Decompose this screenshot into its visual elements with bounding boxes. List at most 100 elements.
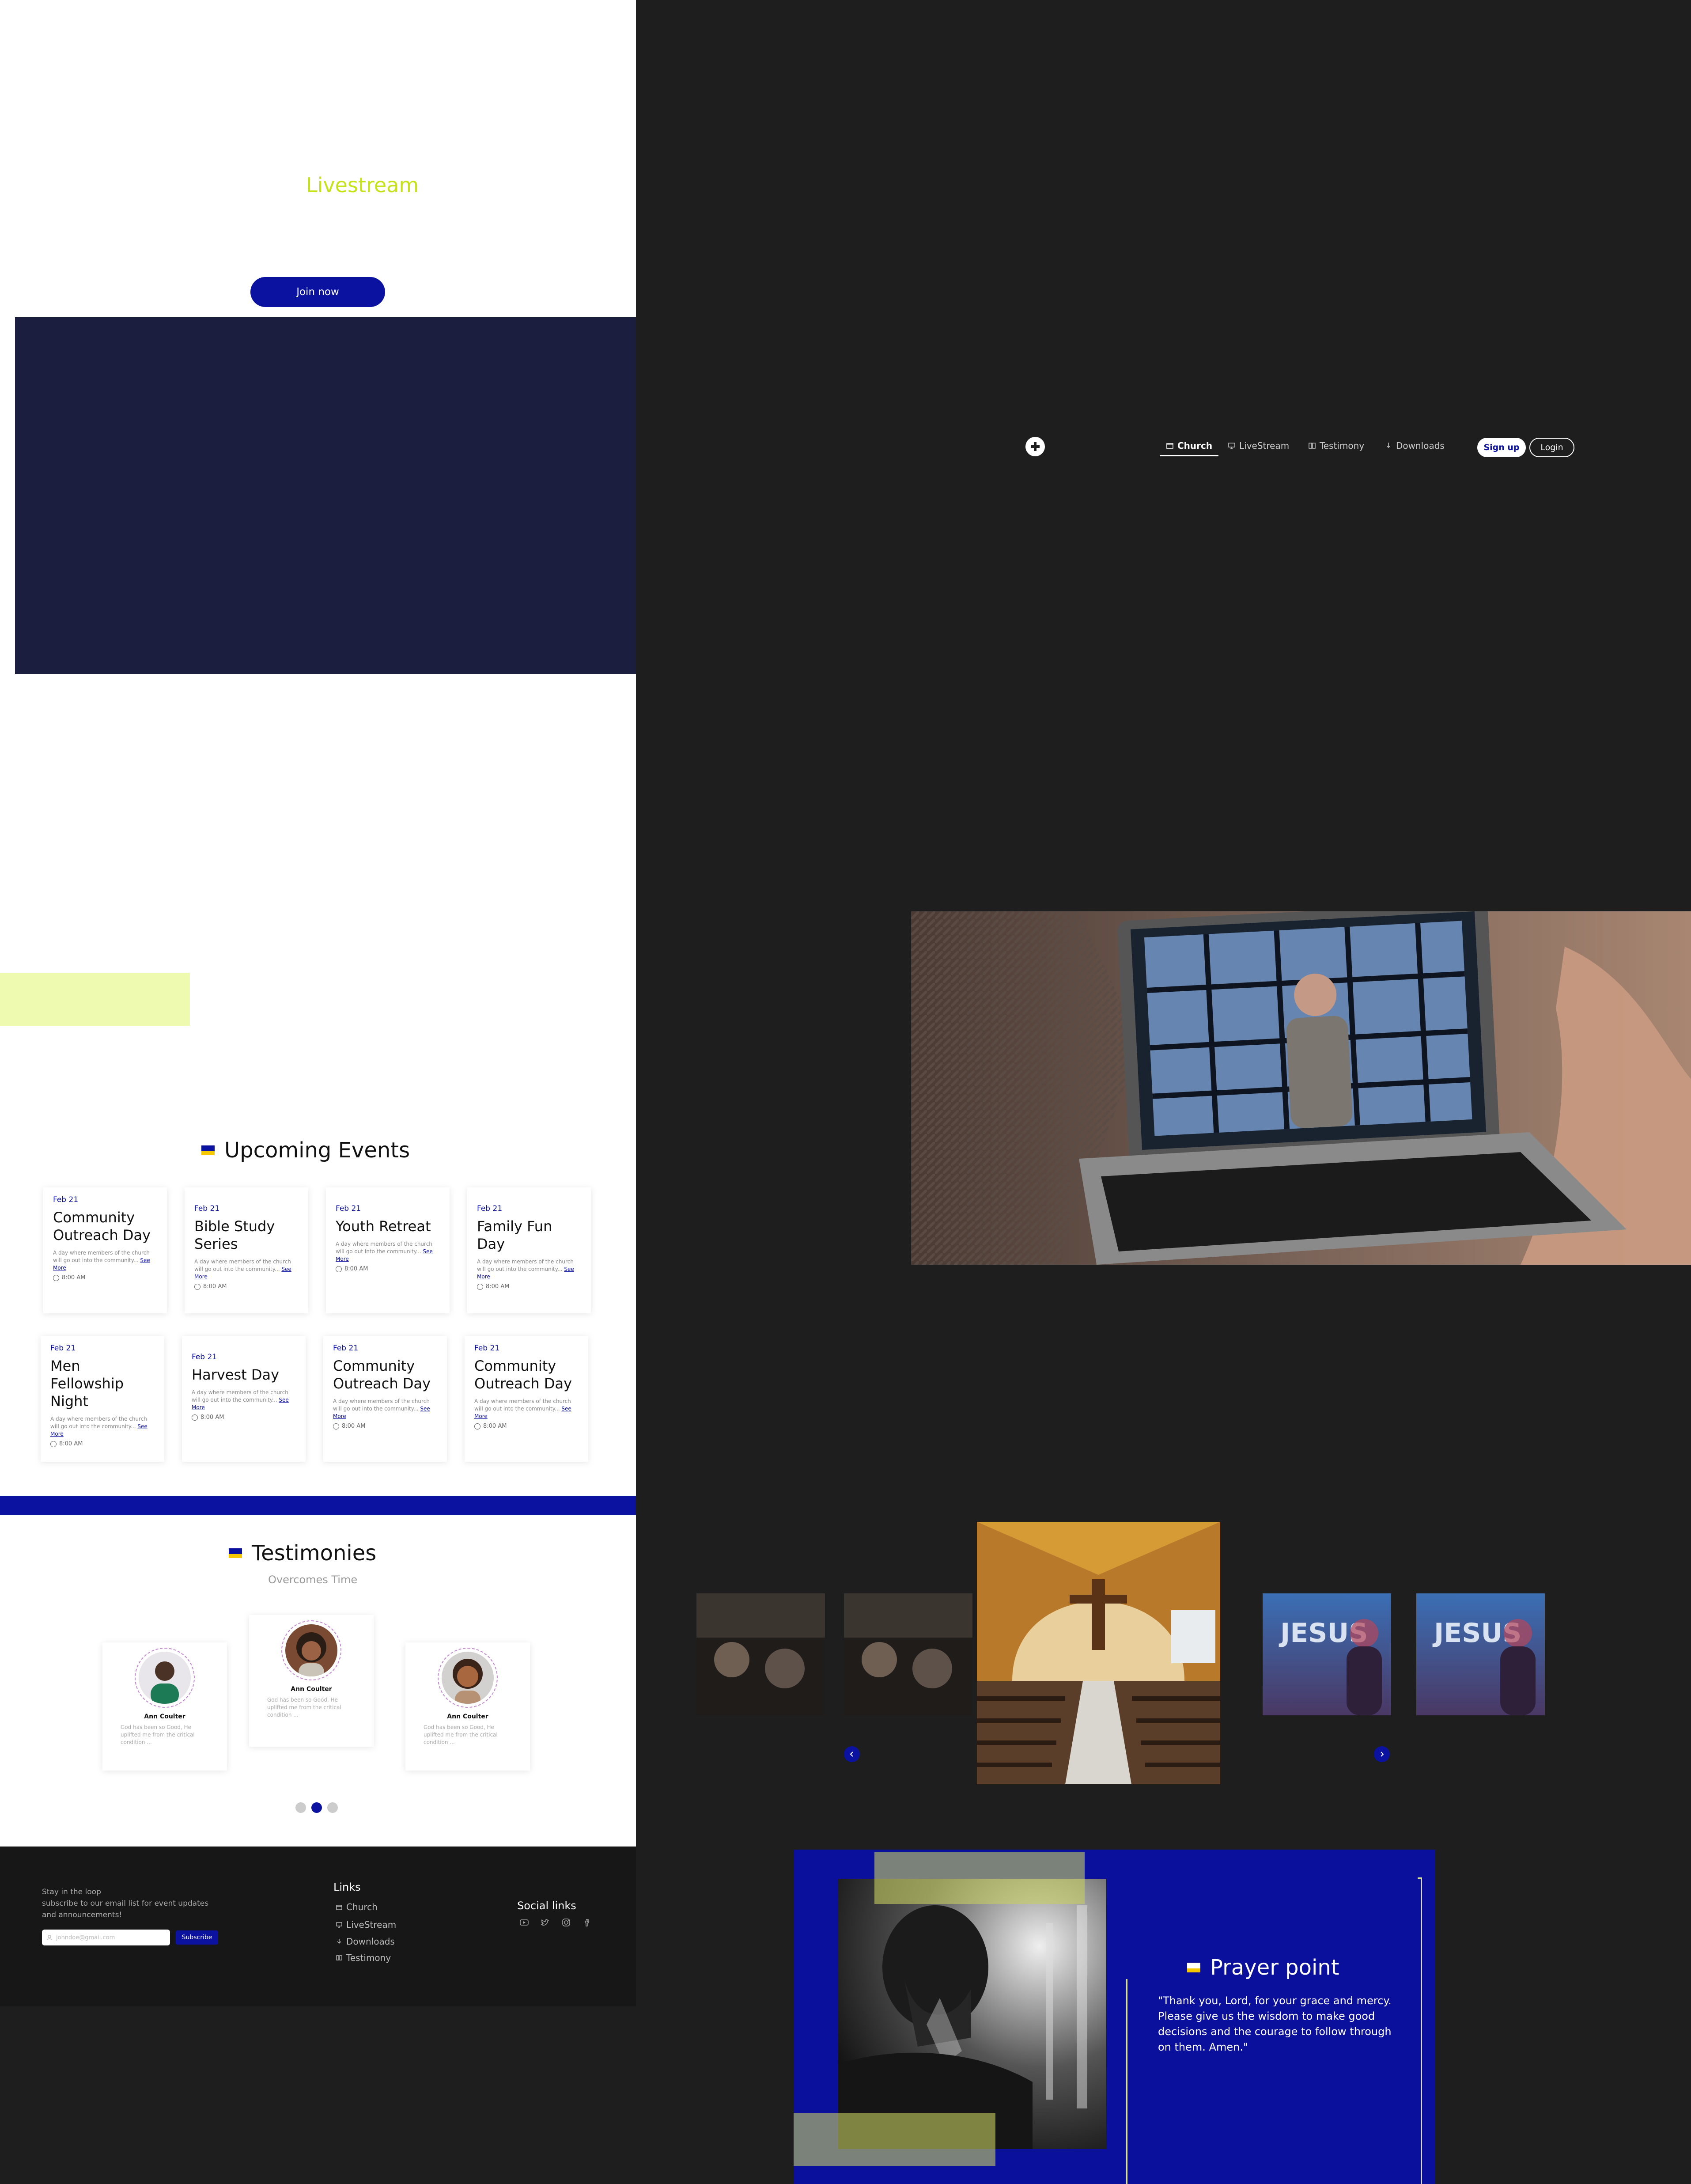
footer-loop-text: subscribe to our email list for event up… <box>42 1899 209 1908</box>
footer-loop-text: and announcements! <box>42 1911 122 1919</box>
nav-church[interactable]: Church <box>1166 440 1212 451</box>
testimony-text: God has been so Good, He uplifted me fro… <box>121 1724 195 1745</box>
event-card[interactable]: Feb 21 Men Fellowship Night A day where … <box>41 1336 164 1462</box>
carousel-thumb[interactable]: JESUS <box>1263 1593 1391 1715</box>
event-time: 8:00 AM <box>474 1423 579 1429</box>
prayer-image <box>838 1879 1106 2149</box>
prayer-title: Prayer point <box>1210 1955 1339 1980</box>
event-card[interactable]: Feb 21 Community Outreach Day A day wher… <box>43 1187 167 1313</box>
event-title: Family Fun Day <box>477 1218 552 1252</box>
carousel-thumb[interactable]: JESUS <box>1416 1593 1545 1715</box>
flag-icon <box>1187 1963 1200 1972</box>
testimony-text: God has been so Good, He uplifted me fro… <box>424 1724 498 1745</box>
event-date: Feb 21 <box>336 1204 361 1213</box>
footer-link-testimony[interactable]: Testimony <box>336 1953 391 1963</box>
download-icon <box>1386 443 1391 448</box>
clock-icon <box>50 1441 57 1447</box>
carousel-thumb[interactable] <box>844 1593 972 1715</box>
footer-social-title: Social links <box>517 1900 576 1912</box>
livestream-laptop-image <box>911 911 1691 1265</box>
clock-icon <box>194 1283 200 1290</box>
testimony-text: God has been so Good, He uplifted me fro… <box>267 1697 341 1718</box>
testimony-card[interactable]: Ann Coulter God has been so Good, He upl… <box>249 1615 374 1747</box>
book-icon <box>1309 443 1316 449</box>
nav-downloads[interactable]: Downloads <box>1385 440 1445 451</box>
carousel-thumb[interactable] <box>696 1593 825 1715</box>
hero-title: Livestream <box>306 173 419 197</box>
event-desc: A day where members of the church will g… <box>333 1398 430 1419</box>
nav-testimony[interactable]: Testimony <box>1308 440 1364 451</box>
event-time: 8:00 AM <box>50 1441 155 1447</box>
download-icon <box>337 1939 341 1944</box>
event-desc: A day where members of the church will g… <box>53 1250 150 1271</box>
event-card[interactable]: Feb 21 Bible Study Series A day where me… <box>185 1187 308 1313</box>
testimony-name: Ann Coulter <box>291 1686 332 1693</box>
login-button[interactable]: Login <box>1529 438 1574 457</box>
chevron-right-icon <box>1381 1752 1384 1757</box>
decorative-lime-top <box>874 1852 1085 1904</box>
event-date: Feb 21 <box>53 1195 79 1204</box>
subscribe-button[interactable]: Subscribe <box>176 1930 218 1945</box>
clock-icon <box>53 1274 59 1281</box>
church-icon <box>1166 443 1173 449</box>
event-desc: A day where members of the church will g… <box>477 1259 574 1280</box>
event-desc: A day where members of the church will g… <box>192 1389 289 1410</box>
join-now-button[interactable]: Join now <box>250 277 385 307</box>
carousel-prev-button[interactable] <box>844 1746 860 1762</box>
clock-icon <box>192 1414 198 1421</box>
event-card[interactable]: Feb 21 Harvest Day A day where members o… <box>182 1336 306 1462</box>
avatar <box>285 1624 337 1676</box>
monitor-icon <box>336 1922 342 1928</box>
footer-link-livestream[interactable]: LiveStream <box>336 1919 396 1930</box>
nav-active-indicator <box>1160 455 1218 456</box>
footer-link-church[interactable]: Church <box>336 1902 378 1912</box>
testimonies-title: Testimonies <box>252 1541 377 1566</box>
event-time: 8:00 AM <box>333 1423 437 1429</box>
footer-links-title: Links <box>333 1881 361 1893</box>
carousel-dot[interactable] <box>327 1802 338 1813</box>
avatar <box>442 1652 494 1704</box>
event-card[interactable]: Feb 21 Family Fun Day A day where member… <box>467 1187 591 1313</box>
event-time: 8:00 AM <box>192 1414 296 1421</box>
testimony-card[interactable]: Ann Coulter God has been so Good, He upl… <box>102 1642 227 1771</box>
carousel-main-image[interactable] <box>977 1522 1220 1784</box>
facebook-icon[interactable] <box>582 1917 593 1928</box>
twitter-icon[interactable] <box>540 1917 550 1928</box>
decorative-lime-block <box>0 973 190 1026</box>
event-time: 8:00 AM <box>336 1266 440 1272</box>
clock-icon <box>474 1423 480 1429</box>
event-title: Youth Retreat <box>336 1218 431 1235</box>
clock-icon <box>477 1283 483 1290</box>
monitor-icon <box>1228 443 1235 449</box>
event-date: Feb 21 <box>192 1353 217 1361</box>
email-field[interactable]: johndoe@gmail.com <box>42 1930 170 1945</box>
event-time: 8:00 AM <box>194 1283 299 1290</box>
event-card[interactable]: Feb 21 Youth Retreat A day where members… <box>326 1187 450 1313</box>
footer-link-downloads[interactable]: Downloads <box>336 1936 395 1947</box>
clock-icon <box>336 1266 342 1272</box>
prayer-heading: Prayer point <box>1187 1955 1339 1980</box>
event-desc: A day where members of the church will g… <box>50 1416 148 1437</box>
section-divider-bar <box>0 1496 636 1515</box>
instagram-icon[interactable] <box>561 1917 571 1928</box>
event-desc: A day where members of the church will g… <box>336 1241 433 1262</box>
testimony-name: Ann Coulter <box>447 1713 488 1720</box>
avatar-ring <box>438 1648 498 1708</box>
carousel-next-button[interactable] <box>1374 1746 1390 1762</box>
event-desc: A day where members of the church will g… <box>194 1259 291 1280</box>
logo-icon[interactable] <box>1025 437 1045 456</box>
event-card[interactable]: Feb 21 Community Outreach Day A day wher… <box>323 1336 447 1462</box>
event-time: 8:00 AM <box>53 1274 157 1281</box>
carousel-dot[interactable] <box>295 1802 306 1813</box>
hero-banner-block <box>15 317 636 674</box>
event-date: Feb 21 <box>194 1204 220 1213</box>
youtube-icon[interactable] <box>519 1917 530 1928</box>
testimony-card[interactable]: Ann Coulter God has been so Good, He upl… <box>405 1642 530 1771</box>
nav-livestream[interactable]: LiveStream <box>1228 440 1289 451</box>
event-time: 8:00 AM <box>477 1283 581 1290</box>
event-card[interactable]: Feb 21 Community Outreach Day A day wher… <box>465 1336 588 1462</box>
clock-icon <box>333 1423 339 1429</box>
signup-button[interactable]: Sign up <box>1477 438 1526 457</box>
church-icon <box>336 1905 342 1910</box>
carousel-dot-active[interactable] <box>311 1802 322 1813</box>
